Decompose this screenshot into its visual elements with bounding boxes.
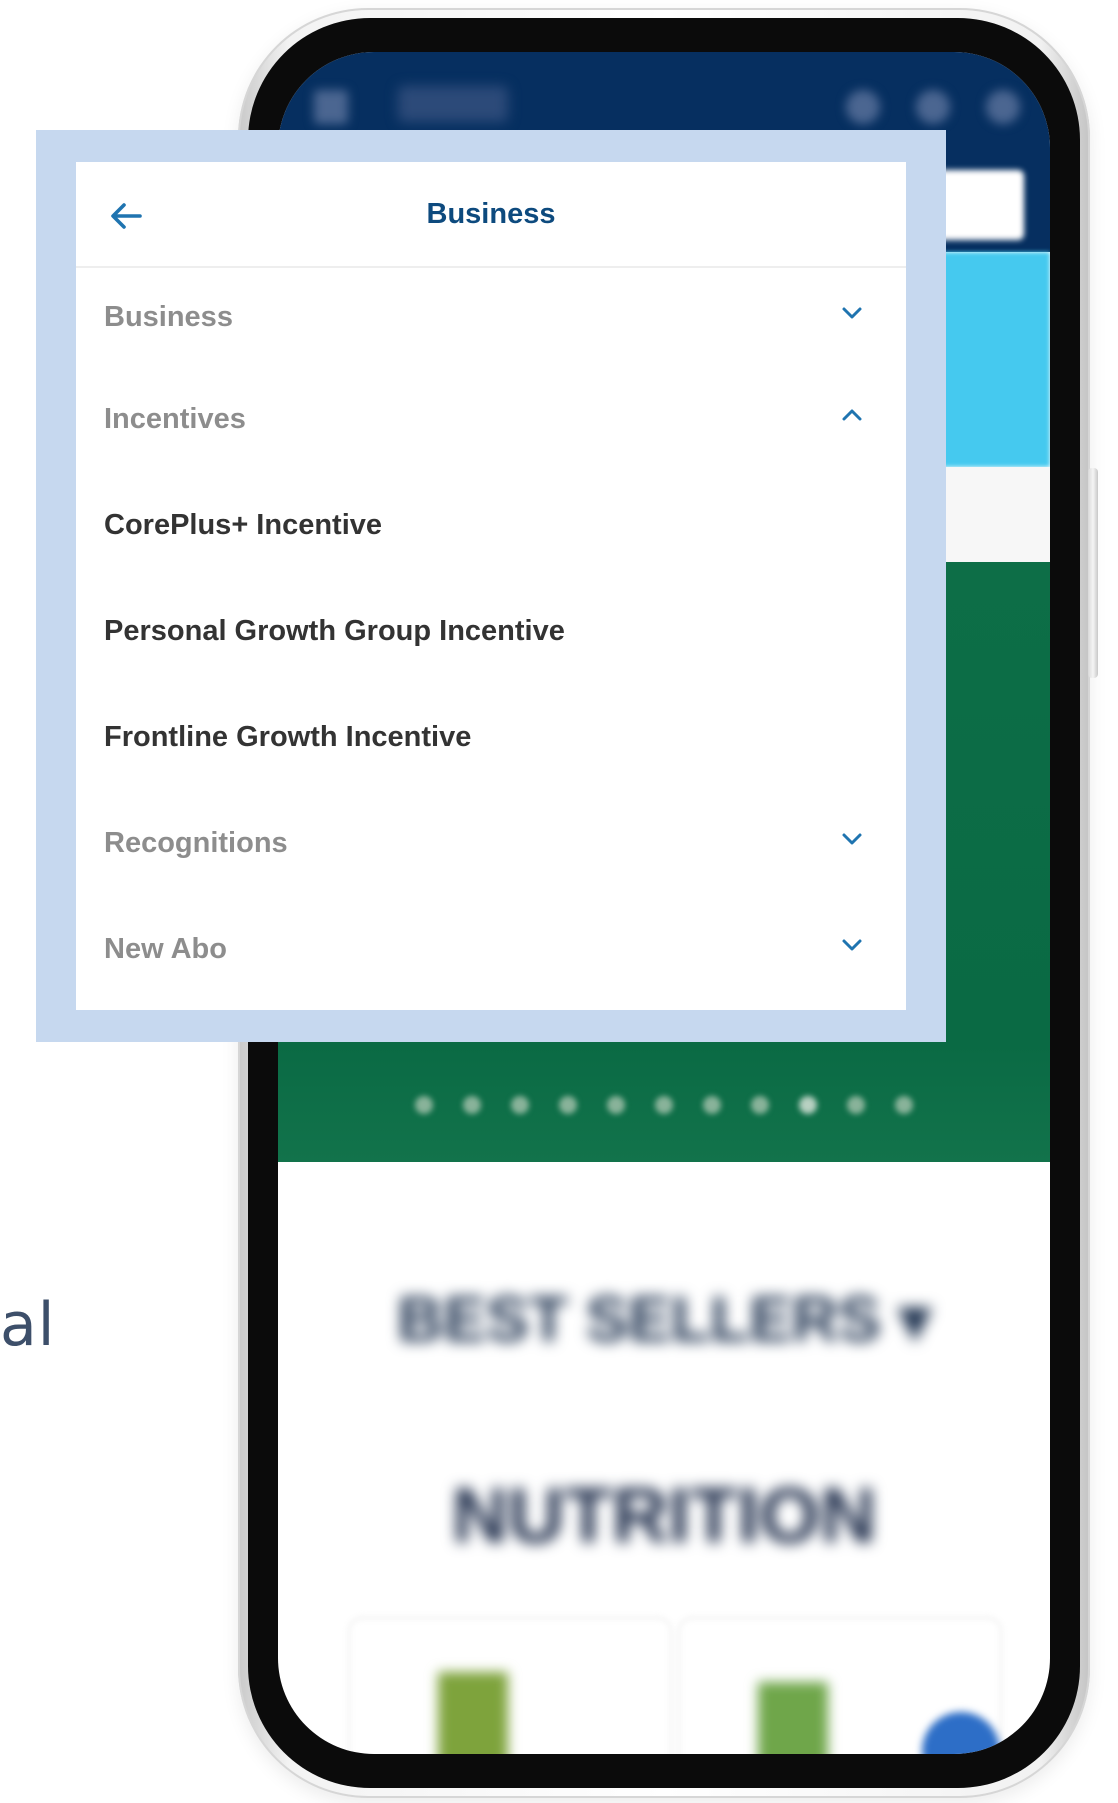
carousel-dot	[511, 1096, 529, 1114]
cart-icon	[916, 90, 950, 124]
chevron-up-icon	[842, 409, 862, 421]
account-icon	[986, 90, 1020, 124]
menu-item-frontline-growth-incentive[interactable]: Frontline Growth Incentive	[76, 684, 906, 790]
menu-item-label: Frontline Growth Incentive	[104, 720, 472, 753]
chevron-down-icon	[842, 833, 862, 845]
menu-item-label: New Abo	[104, 932, 227, 965]
caption-fragment: al	[0, 1290, 56, 1360]
carousel-dot	[895, 1096, 913, 1114]
menu-item-label: Personal Growth Group Incentive	[104, 614, 565, 647]
product-card	[348, 1617, 672, 1754]
navigation-menu: Business Business Incentives CorePlus+ I…	[76, 162, 906, 1010]
carousel-dot	[799, 1096, 817, 1114]
menu-item-label: CorePlus+ Incentive	[104, 508, 383, 541]
menu-header: Business	[76, 162, 906, 268]
app-logo	[398, 86, 508, 122]
menu-list: Business Incentives CorePlus+ Incentive …	[76, 268, 906, 1002]
best-sellers-dropdown: BEST SELLERS ▾	[397, 1283, 931, 1355]
carousel-dot	[607, 1096, 625, 1114]
carousel-dot	[847, 1096, 865, 1114]
carousel-dot	[703, 1096, 721, 1114]
product-image	[438, 1672, 508, 1754]
menu-item-incentives[interactable]: Incentives	[76, 366, 906, 472]
menu-item-recognitions[interactable]: Recognitions	[76, 790, 906, 896]
carousel-dot	[655, 1096, 673, 1114]
phone-side-button	[1088, 468, 1098, 678]
menu-item-business[interactable]: Business	[76, 268, 906, 366]
nutrition-heading: NUTRITION	[451, 1471, 877, 1559]
carousel-dots	[278, 1096, 1050, 1126]
menu-item-personal-growth-group-incentive[interactable]: Personal Growth Group Incentive	[76, 578, 906, 684]
carousel-dot	[559, 1096, 577, 1114]
carousel-dot	[751, 1096, 769, 1114]
menu-icon	[314, 90, 348, 124]
menu-item-new-abo[interactable]: New Abo	[76, 896, 906, 1002]
carousel-dot	[463, 1096, 481, 1114]
carousel-dot	[415, 1096, 433, 1114]
menu-item-label: Recognitions	[104, 826, 288, 859]
location-icon	[846, 90, 880, 124]
product-image	[758, 1682, 828, 1754]
menu-item-label: Incentives	[104, 402, 246, 435]
menu-item-label: Business	[104, 300, 233, 333]
chevron-down-icon	[842, 939, 862, 951]
chevron-down-icon	[842, 307, 862, 319]
menu-item-coreplus-incentive[interactable]: CorePlus+ Incentive	[76, 472, 906, 578]
menu-title: Business	[426, 198, 556, 230]
